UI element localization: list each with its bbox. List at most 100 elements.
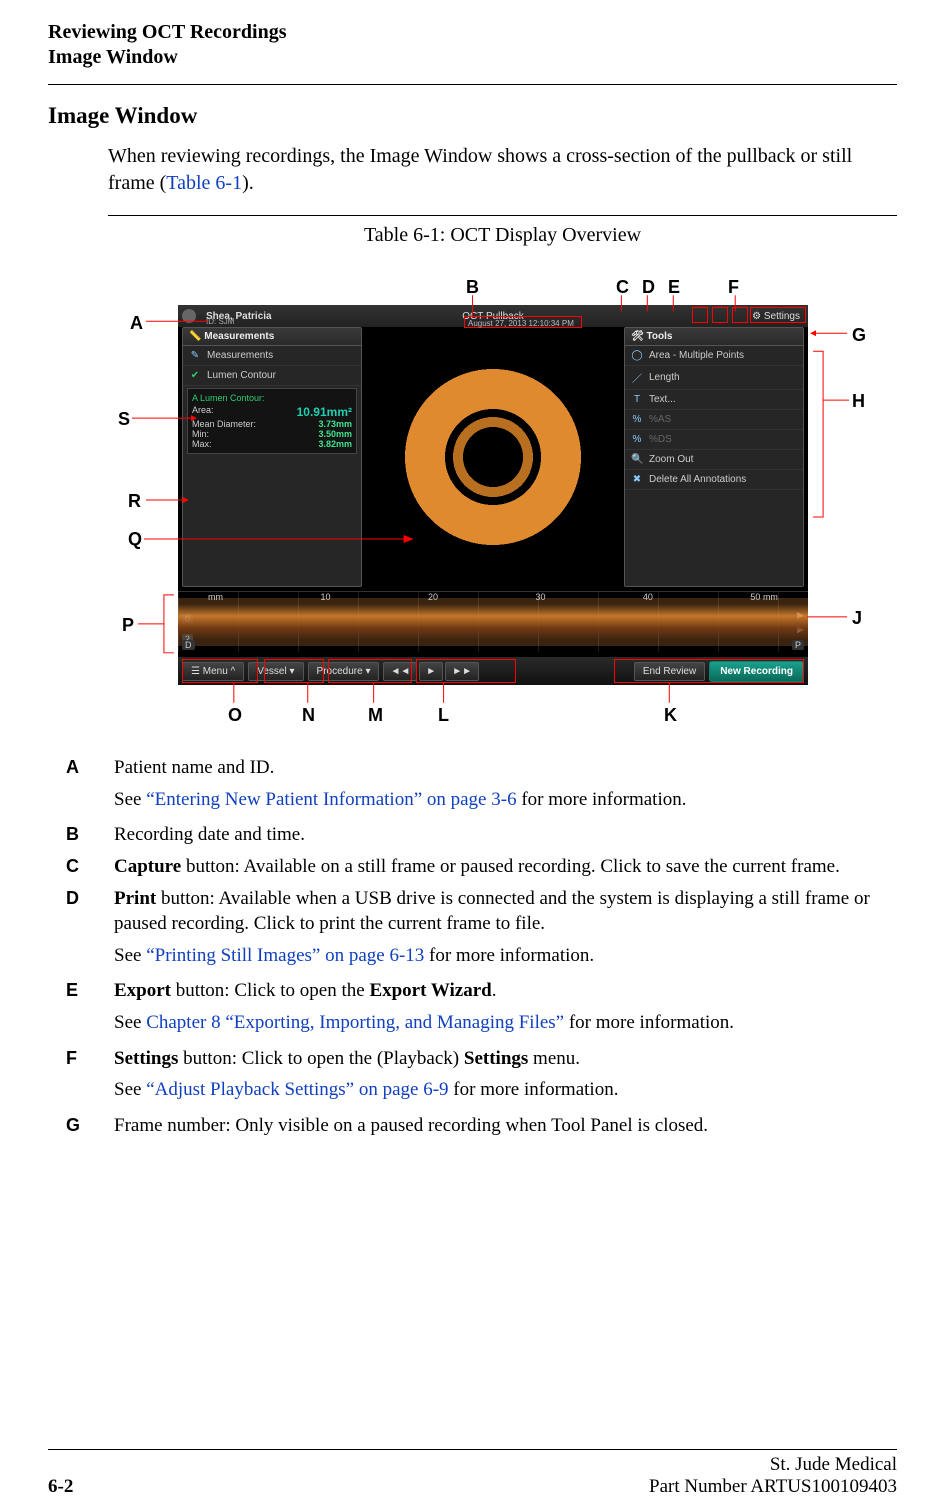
legend-key-C: C (66, 854, 114, 880)
title-bar: Shea, Patricia ID: SJM OCT Pullback ⚙ Se… (178, 305, 808, 327)
distal-label: D (182, 640, 195, 650)
label-F: F (728, 277, 739, 298)
tool-text[interactable]: TText... (625, 390, 803, 410)
text-icon: T (631, 394, 643, 405)
figure-block: Table 6-1: OCT Display Overview Shea, Pa… (108, 215, 897, 755)
label-M: M (368, 705, 383, 726)
meandia-value: 3.73mm (318, 419, 352, 429)
footer-company: St. Jude Medical (649, 1454, 897, 1476)
legend-key-G: G (66, 1113, 114, 1139)
intro-paragraph: When reviewing recordings, the Image Win… (108, 143, 897, 197)
tool-zoom-out[interactable]: 🔍Zoom Out (625, 450, 803, 470)
tool-delete-all[interactable]: ✖Delete All Annotations (625, 470, 803, 490)
line-icon: ／ (631, 370, 643, 385)
play-button[interactable]: ► (419, 662, 443, 681)
running-header: Reviewing OCT Recordings Image Window (48, 20, 897, 70)
label-L: L (438, 705, 449, 726)
legend-text-E: Export button: Click to open the Export … (114, 978, 897, 1004)
tool-length[interactable]: ／Length (625, 366, 803, 390)
lumen-contour-item[interactable]: ✔Lumen Contour (183, 366, 361, 386)
header-rule (48, 84, 897, 85)
prev-button[interactable]: ◄◄ (383, 662, 417, 681)
zoom-out-icon: 🔍 (631, 454, 643, 465)
xref-link: “Adjust Playback Settings” on page 6-9 (146, 1079, 448, 1100)
legend-key-F: F (66, 1046, 114, 1072)
section-title: Image Window (48, 103, 897, 129)
xref-link: “Entering New Patient Information” on pa… (146, 789, 516, 810)
legend-text-B: Recording date and time. (114, 822, 897, 848)
tool-ds[interactable]: %%DS (625, 430, 803, 450)
oct-cross-section (403, 367, 583, 547)
vessel-dropdown[interactable]: Vessel ▾ (248, 662, 303, 681)
figure-caption: Table 6-1: OCT Display Overview (108, 224, 897, 247)
label-O: O (228, 705, 242, 726)
delete-icon: ✖ (631, 474, 643, 485)
figure-area: Shea, Patricia ID: SJM OCT Pullback ⚙ Se… (108, 255, 897, 755)
legend-see-A: See “Entering New Patient Information” o… (114, 787, 897, 813)
pencil-icon: ✎ (189, 350, 201, 361)
procedure-dropdown[interactable]: Procedure ▾ (308, 662, 380, 681)
label-H: H (852, 391, 865, 412)
new-recording-button[interactable]: New Recording (709, 661, 804, 682)
bottom-bar: ☰ Menu ^ Vessel ▾ Procedure ▾ ◄◄ ► ►► En… (178, 657, 808, 685)
tools-header: 🛠 Tools (625, 328, 803, 346)
label-P: P (122, 615, 134, 636)
legend-text-D: Print button: Available when a USB drive… (114, 886, 897, 937)
legend-text-A: Patient name and ID. (114, 755, 897, 781)
label-C: C (616, 277, 629, 298)
label-N: N (302, 705, 315, 726)
intro-post: ). (242, 172, 254, 194)
next-button[interactable]: ►► (445, 662, 479, 681)
legend-key-B: B (66, 822, 114, 848)
min-value: 3.50mm (318, 429, 352, 439)
page-footer: 6-2 St. Jude Medical Part Number ARTUS10… (48, 1454, 897, 1498)
playback-controls: ◄◄ ► ►► (383, 662, 479, 681)
label-E: E (668, 277, 680, 298)
header-line1: Reviewing OCT Recordings (48, 20, 897, 45)
tools-panel: 🛠 Tools ◯Area - Multiple Points ／Length … (624, 327, 804, 587)
menu-icon: ☰ (191, 666, 200, 677)
ruler: mm 10 20 30 40 50 mm (208, 592, 778, 602)
tool-area[interactable]: ◯Area - Multiple Points (625, 346, 803, 366)
proximal-label: P (792, 640, 804, 650)
check-icon: ✔ (189, 370, 201, 381)
header-line2: Image Window (48, 45, 897, 70)
label-J: J (852, 608, 862, 629)
label-D: D (642, 277, 655, 298)
label-R: R (128, 491, 141, 512)
settings-button[interactable]: ⚙ Settings (752, 311, 800, 322)
end-review-button[interactable]: End Review (634, 662, 705, 681)
screenshot: Shea, Patricia ID: SJM OCT Pullback ⚙ Se… (178, 305, 808, 685)
longitudinal-view: mm 10 20 30 40 50 mm 0 2 D P ▶ ▶ (178, 591, 808, 652)
main-view: 📏 Measurements ✎Measurements ✔Lumen Cont… (178, 327, 808, 607)
legend-key-D: D (66, 886, 114, 937)
measurements-panel: 📏 Measurements ✎Measurements ✔Lumen Cont… (182, 327, 362, 587)
legend-text-F: Settings button: Click to open the (Play… (114, 1046, 897, 1072)
percent-icon: % (631, 414, 643, 425)
label-A: A (130, 313, 143, 334)
contour-title: A Lumen Contour: (192, 393, 352, 403)
label-S: S (118, 409, 130, 430)
percent-icon: % (631, 434, 643, 445)
xref-link: “Printing Still Images” on page 6-13 (146, 945, 424, 966)
footer-part: Part Number ARTUS100109403 (649, 1476, 897, 1498)
table-xref: Table 6-1 (166, 172, 242, 194)
circle-icon: ◯ (631, 350, 643, 361)
measurements-header: 📏 Measurements (183, 328, 361, 346)
avatar-icon (182, 309, 196, 323)
menu-button[interactable]: ☰ Menu ^ (182, 662, 244, 681)
area-value: 10.91mm² (297, 405, 352, 419)
legend-list: A Patient name and ID. See “Entering New… (48, 755, 897, 1145)
max-value: 3.82mm (318, 439, 352, 449)
legend-key-E: E (66, 978, 114, 1004)
legend-key-A: A (66, 755, 114, 781)
lumen-contour-block: A Lumen Contour: Area:10.91mm² Mean Diam… (187, 388, 357, 454)
measurements-item[interactable]: ✎Measurements (183, 346, 361, 366)
patient-id: ID: SJM (206, 317, 234, 326)
label-G: G (852, 325, 866, 346)
legend-text-C: Capture button: Available on a still fra… (114, 854, 897, 880)
legend-see-E: See Chapter 8 “Exporting, Importing, and… (114, 1010, 897, 1036)
page-number: 6-2 (48, 1476, 73, 1498)
tool-as[interactable]: %%AS (625, 410, 803, 430)
label-Q: Q (128, 529, 142, 550)
